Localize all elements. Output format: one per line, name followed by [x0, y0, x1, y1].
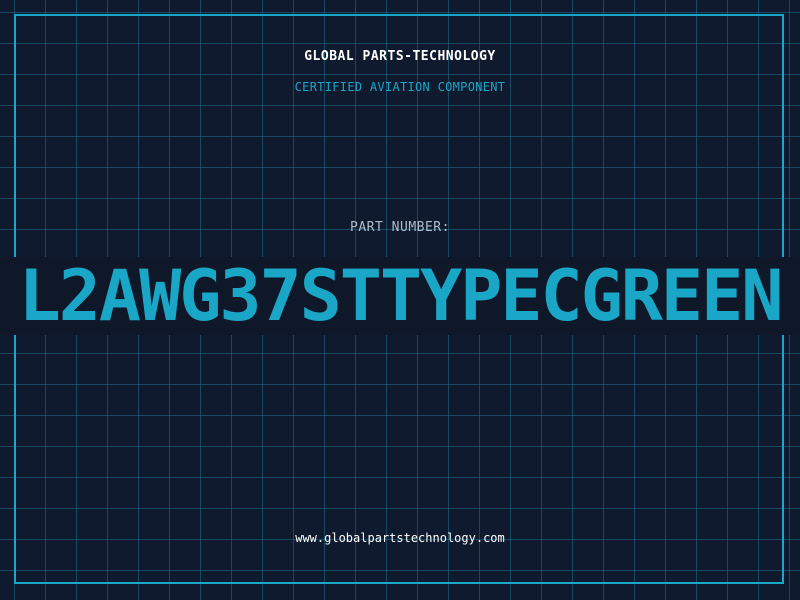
part-label-screen: GLOBAL PARTS-TECHNOLOGY CERTIFIED AVIATI… — [0, 0, 800, 600]
part-number-band: L2AWG37STTYPECGREEN — [0, 257, 800, 335]
part-number-label: PART NUMBER: — [350, 220, 450, 235]
website-url: www.globalpartstechnology.com — [295, 531, 505, 545]
certification-subtitle: CERTIFIED AVIATION COMPONENT — [294, 80, 506, 94]
part-number-value: L2AWG37STTYPECGREEN — [18, 257, 784, 335]
company-name: GLOBAL PARTS-TECHNOLOGY — [304, 49, 496, 64]
